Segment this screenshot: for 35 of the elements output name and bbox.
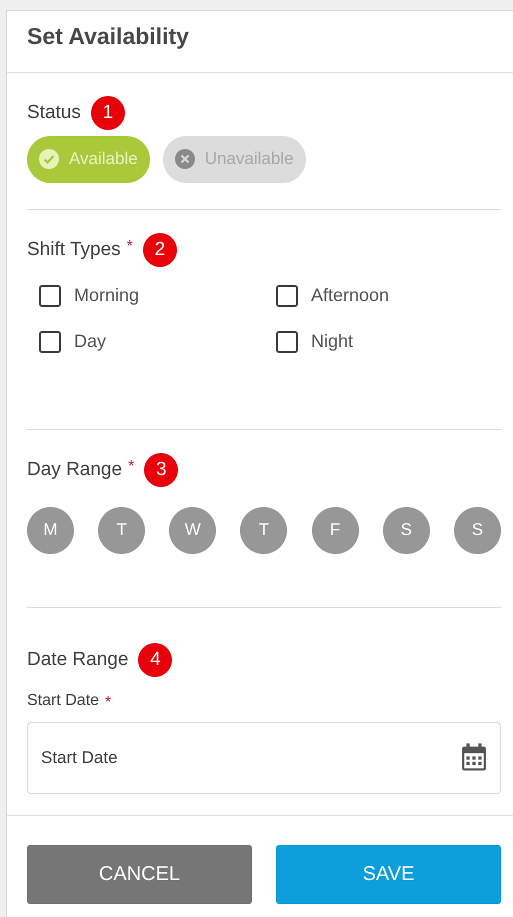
step-badge: 2 [142,232,177,267]
day-toggle[interactable]: T [98,506,146,554]
step-badge: 3 [144,452,178,487]
save-button[interactable]: SAVE [276,844,501,904]
section-label: Shift Types [27,238,121,261]
section-label: Status [27,102,81,124]
checkbox[interactable] [276,284,298,307]
status-chip[interactable]: Available [27,136,150,183]
checkbox-label: Day [74,331,106,352]
required-mark: * [105,694,112,712]
step-badge: 1 [90,96,125,130]
required-mark: * [128,458,134,476]
checkbox[interactable] [39,284,61,307]
day-toggle[interactable]: F [312,506,359,554]
checkbox-label: Afternoon [311,285,390,306]
checkbox-label: Night [311,331,354,352]
day-toggle[interactable]: S [382,506,430,554]
field-label: Start Date [27,692,100,711]
step-badge: 4 [138,642,172,677]
checkbox[interactable] [39,330,61,353]
required-mark: * [126,238,133,256]
date-field[interactable]: Start Date [27,722,501,794]
day-toggle[interactable]: W [169,506,216,554]
calendar-icon [461,742,487,772]
check-icon [39,149,59,170]
section-label: Day Range [27,458,122,481]
section-label: Date Range [27,648,128,671]
day-toggle[interactable]: T [240,506,288,554]
dialog-title: Set Availability [27,23,189,50]
checkbox-label: Morning [74,285,140,306]
checkbox[interactable] [276,330,298,353]
cancel-button[interactable]: CANCEL [27,844,252,904]
day-toggle[interactable]: M [27,506,74,554]
day-toggle[interactable]: S [454,506,501,554]
close-icon [174,149,195,170]
